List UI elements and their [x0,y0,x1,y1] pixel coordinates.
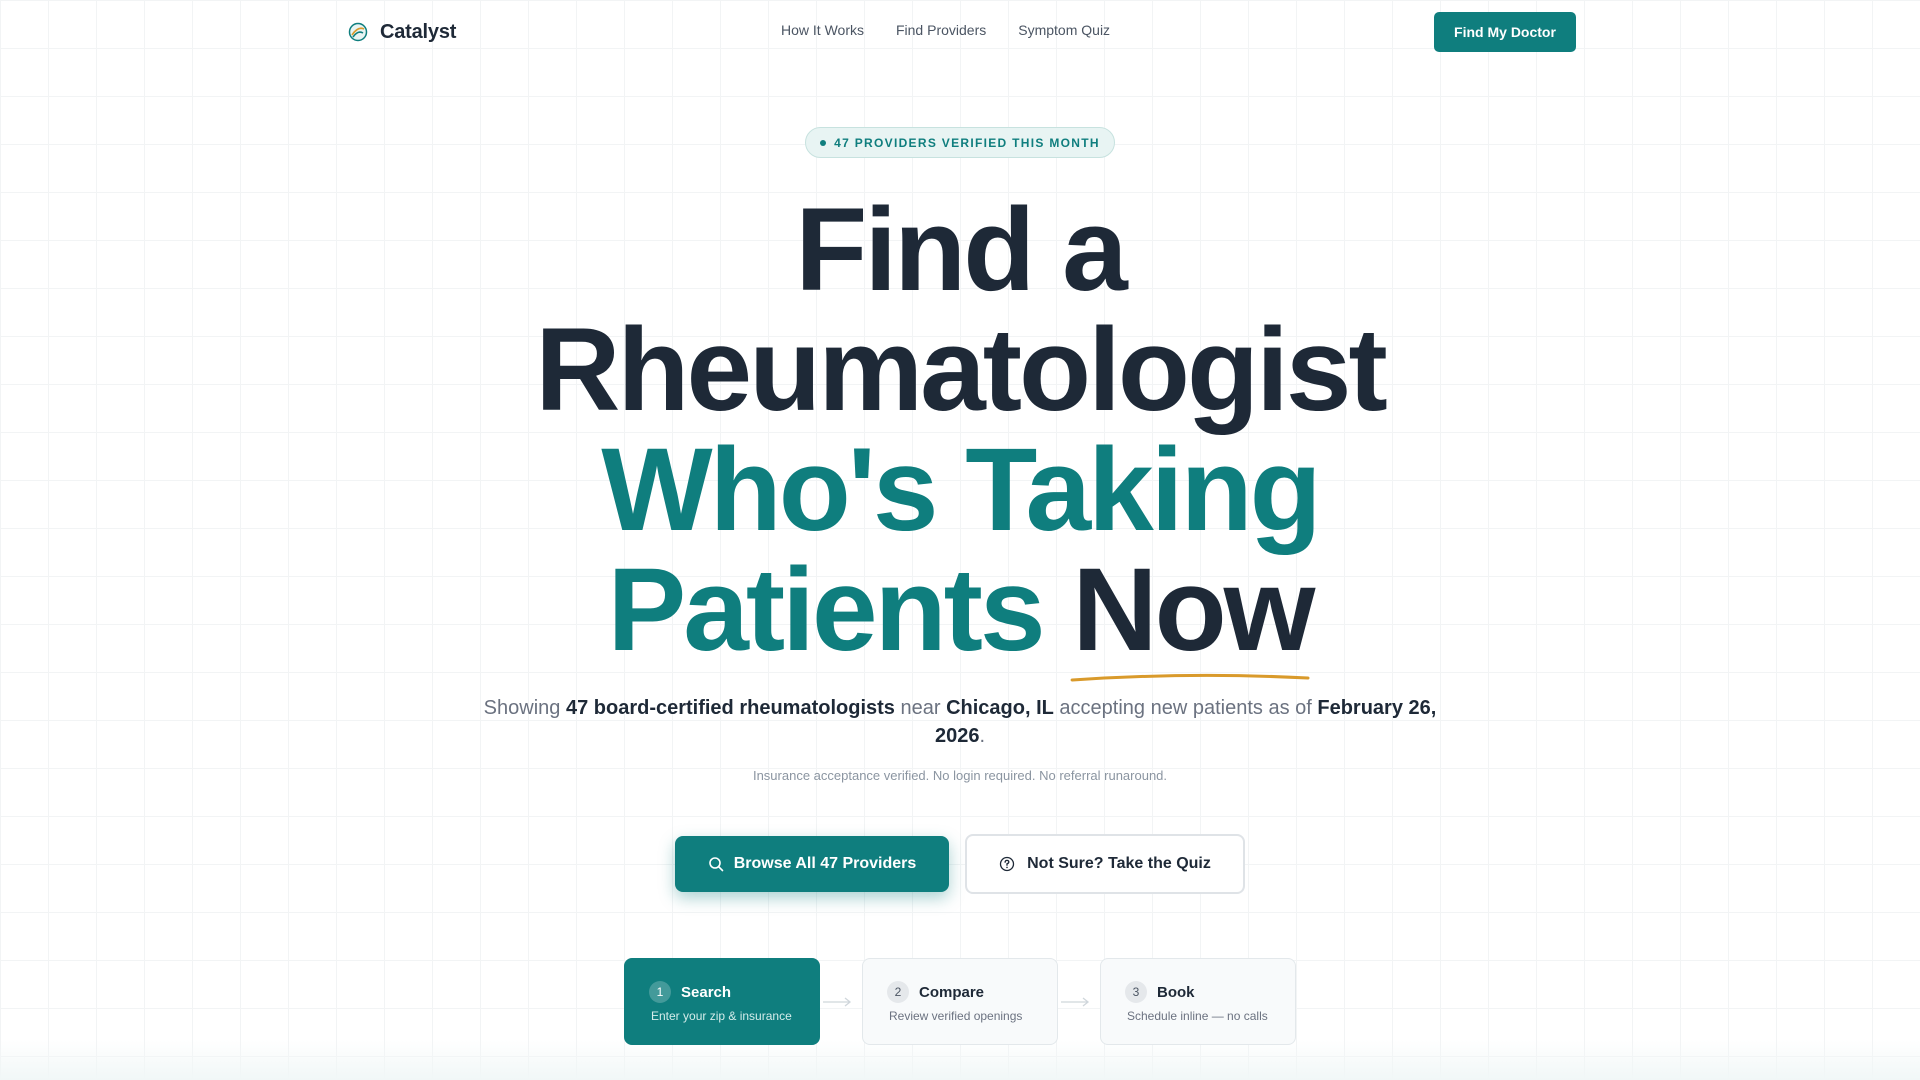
step-head: 1 Search [649,981,793,1003]
step-description: Schedule inline — no calls [1127,1009,1268,1023]
step-compare[interactable]: 2 Compare Review verified openings [862,958,1058,1045]
step-number: 2 [887,981,909,1003]
step-search[interactable]: 1 Search Enter your zip & insurance [624,958,820,1045]
status-dot-icon [820,139,827,146]
summary-text-2: near [894,697,947,719]
nav-link-symptom-quiz[interactable]: Symptom Quiz [1018,22,1110,38]
results-summary: Showing 47 board-certified rheumatologis… [470,694,1450,750]
trust-note: Insurance acceptance verified. No login … [752,768,1168,783]
nav-links: How It Works Find Providers Symptom Quiz [781,22,1110,38]
bottom-fade [0,1040,1920,1080]
step-head: 3 Book [1125,981,1269,1003]
headline-line-4: Patients Now [0,550,1920,682]
headline-line-1: Find a [795,184,1127,316]
nav-link-find-providers[interactable]: Find Providers [896,22,986,38]
brand-name: Catalyst [380,20,457,43]
step-title: Book [1157,983,1195,1001]
search-icon [708,857,724,872]
browse-providers-button[interactable]: Browse All 47 Providers [675,836,949,892]
step-number: 3 [1125,981,1147,1003]
verified-badge: 47 PROVIDERS VERIFIED THIS MONTH [805,127,1115,158]
leaf-globe-icon [348,22,368,42]
headline-line-3: Who's Taking [601,424,1322,556]
step-book[interactable]: 3 Book Schedule inline — no calls [1100,958,1296,1045]
brand[interactable]: Catalyst [348,18,456,46]
headline-word-now: Now [1070,550,1315,682]
headline-word-now-text: Now [1072,544,1315,676]
step-description: Enter your zip & insurance [651,1009,792,1023]
take-quiz-label: Not Sure? Take the Quiz [1027,855,1211,872]
step-description: Review verified openings [889,1009,1023,1023]
summary-provider-count: 47 board-certified rheumatologists [565,697,895,719]
badge-text: 47 PROVIDERS VERIFIED THIS MONTH [834,135,1100,150]
summary-text-3: accepting new patients as of [1053,697,1318,719]
step-number: 1 [649,981,671,1003]
step-title: Search [681,983,732,1001]
summary-location: Chicago, IL [946,697,1054,719]
headline-word-patients: Patients [607,544,1046,676]
take-quiz-button[interactable]: Not Sure? Take the Quiz [965,834,1245,894]
nav-link-how-it-works[interactable]: How It Works [781,22,864,38]
top-nav: Catalyst How It Works Find Providers Sym… [0,0,1920,64]
summary-text-1: Showing [483,697,566,719]
page-headline: Find a Rheumatologist Who's Taking Patie… [0,184,1920,682]
headline-line-2: Rheumatologist [535,304,1388,436]
arrow-right-icon [1061,997,1090,1007]
question-circle-icon [999,856,1015,872]
browse-providers-label: Browse All 47 Providers [733,855,917,872]
arrow-right-icon [823,997,852,1007]
find-my-doctor-button[interactable]: Find My Doctor [1434,12,1576,52]
step-title: Compare [919,983,985,1001]
step-head: 2 Compare [887,981,1031,1003]
underline-squiggle [1070,673,1310,682]
summary-text-4: . [979,725,986,747]
